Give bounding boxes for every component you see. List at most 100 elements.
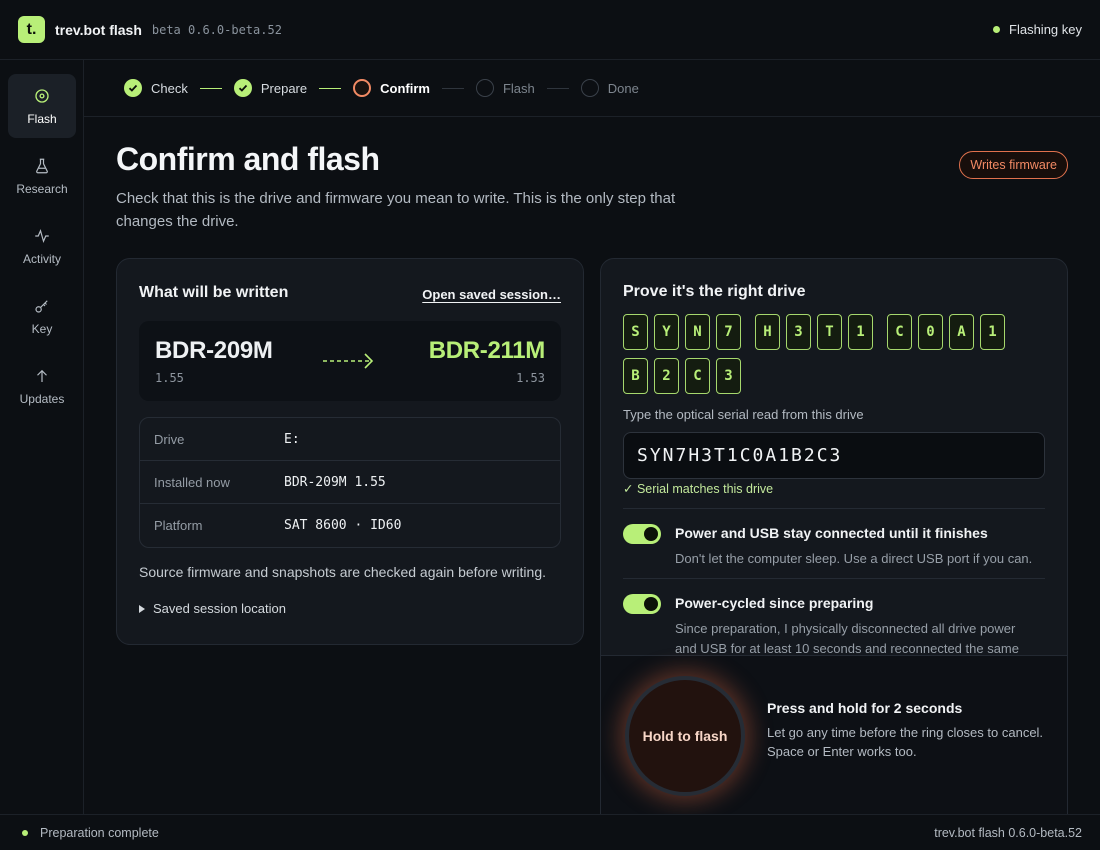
writes-firmware-badge: Writes firmware [959,151,1068,179]
disclosure-label: Saved session location [153,601,286,616]
pending-step-icon [475,79,494,97]
serial-chip: 3 [786,314,811,350]
sidebar: Flash Research Activity Key Updates [0,60,84,814]
to-version: 1.53 [516,371,545,385]
serial-chip: C [887,314,912,350]
verification-note: Source firmware and snapshots are checke… [139,564,546,580]
check-icon [124,79,142,97]
what-will-be-written-card: What will be written Open saved session…… [116,258,584,645]
serial-chip: 1 [980,314,1005,350]
top-bar: t. trev.bot flash beta 0.6.0-beta.52 Fla… [0,0,1100,60]
flask-icon [36,158,48,173]
serial-chip: 1 [848,314,873,350]
page-title: Confirm and flash [116,141,380,177]
sidebar-item-label: Activity [22,251,61,266]
step-confirm: Confirm [353,79,430,97]
card-heading: What will be written [139,284,289,301]
main-content: Confirm and flash Check that this is the… [84,117,1100,814]
step-connector [441,87,464,89]
app-logo: t. [18,16,45,43]
step-label: Check [151,80,188,96]
table-row: Installed now BDR-209M 1.55 [140,461,560,504]
toggle-title: Power and USB stay connected until it fi… [675,525,988,541]
power-usb-toggle[interactable] [623,524,661,544]
serial-input[interactable]: SYN7H3T1C0A1B2C3 [623,432,1045,479]
serial-chip: 7 [716,314,741,350]
serial-chip: 2 [654,358,679,394]
power-cycled-toggle[interactable] [623,594,661,614]
step-label: Flash [502,80,535,96]
step-flash: Flash [475,79,535,97]
toggle-description: Don't let the computer sleep. Use a dire… [675,551,1033,566]
row-key: Platform [154,518,203,533]
serial-chip-row: B 2 C 3 [623,358,1053,394]
hold-to-flash-button[interactable]: Hold to flash [625,676,745,796]
sidebar-item-label: Research [16,181,68,196]
pending-step-icon [580,79,599,97]
step-connector [546,87,569,89]
table-row: Drive E: [140,418,560,461]
target-icon [35,88,49,103]
row-key: Installed now [154,474,230,490]
from-model: BDR-209M [155,337,273,364]
serial-chip: H [755,314,780,350]
divider [623,508,1045,509]
divider [623,578,1045,579]
firmware-change-box: BDR-209M 1.55 BDR-211M 1.53 [139,321,561,401]
prove-drive-card: Prove it's the right drive S Y N 7 H 3 T… [600,258,1068,814]
hold-description: Let go any time before the ring closes t… [767,725,1044,759]
sidebar-item-flash[interactable]: Flash [8,74,76,138]
sidebar-item-label: Updates [19,391,65,406]
page-subtitle: Check that this is the drive and firmwar… [116,190,676,230]
hold-title: Press and hold for 2 seconds [767,700,963,716]
step-label: Done [607,80,639,96]
key-status-label: Flashing key [1009,22,1082,37]
serial-chip: A [949,314,974,350]
serial-chip-row: S Y N 7 H 3 T 1 C 0 A 1 [623,314,1053,350]
toggle-title: Power-cycled since preparing [675,595,874,611]
toggle-description: Since preparation, I physically disconne… [675,621,1019,656]
step-done: Done [580,79,639,97]
serial-chip: B [623,358,648,394]
status-bar: Preparation complete trev.bot flash 0.6.… [0,814,1100,850]
serial-match-message: ✓ Serial matches this drive [623,482,774,496]
serial-chip: C [685,358,710,394]
step-connector [319,87,342,89]
to-model: BDR-211M [428,337,546,364]
sidebar-item-research[interactable]: Research [8,144,76,208]
current-step-icon [353,79,372,97]
card-heading: Prove it's the right drive [623,283,806,300]
from-version: 1.55 [155,371,184,385]
pulse-icon [35,228,49,243]
status-dot-icon [22,829,28,836]
key-icon [35,299,48,313]
step-prepare: Prepare [233,79,307,97]
row-value: E: [284,431,300,447]
serial-chip: N [685,314,710,350]
row-key: Drive [154,431,185,447]
serial-chips: S Y N 7 H 3 T 1 C 0 A 1 B 2 C 3 [623,314,1053,402]
table-row: Platform SAT 8600 · ID60 [140,504,560,547]
app-version: beta 0.6.0-beta.52 [151,22,282,37]
open-saved-session-link[interactable]: Open saved session… [422,287,561,302]
app-name: trev.bot flash [55,21,142,38]
serial-chip: T [817,314,842,350]
sidebar-item-updates[interactable]: Updates [8,354,76,418]
status-left: Preparation complete [40,825,159,840]
serial-chip: 0 [918,314,943,350]
step-check: Check [124,79,188,97]
row-value: SAT 8600 · ID60 [284,518,402,533]
progress-stepper: Check Prepare Confirm Flash Done [84,60,1100,117]
arrow-up-icon [37,369,47,382]
drive-details-table: Drive E: Installed now BDR-209M 1.55 Pla… [139,417,561,548]
serial-field-label: Type the optical serial read from this d… [623,407,864,422]
saved-session-location-toggle[interactable]: Saved session location [139,601,286,616]
sidebar-item-key[interactable]: Key [8,284,76,348]
step-connector [199,87,222,89]
sidebar-item-label: Flash [27,111,57,126]
arrow-right-icon [323,353,374,369]
serial-chip: 3 [716,358,741,394]
status-right: trev.bot flash 0.6.0-beta.52 [934,825,1082,840]
sidebar-item-activity[interactable]: Activity [8,214,76,278]
check-icon [233,79,252,97]
